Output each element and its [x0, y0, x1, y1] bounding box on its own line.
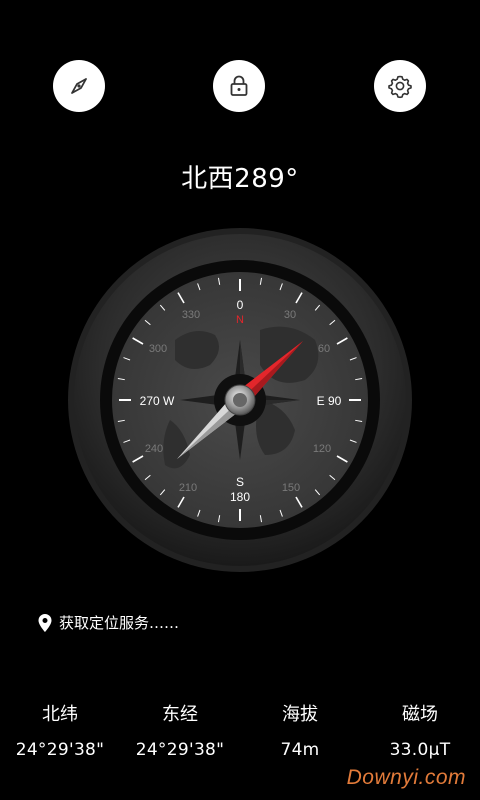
dial-label-n: N [236, 314, 244, 326]
stat-value: 74m [280, 740, 320, 760]
stat-value: 24°29'38" [135, 740, 225, 760]
map-pin-icon [38, 613, 52, 632]
stat-altitude: 海拔 74m [240, 700, 360, 760]
dial-label-240: 240 [145, 443, 163, 455]
dial-label-s: S [236, 475, 244, 489]
dial-label-0: 0 [237, 298, 244, 312]
location-status[interactable]: 获取定位服务…… [38, 612, 179, 633]
stat-label: 磁场 [402, 704, 438, 725]
dial-label-180: 180 [230, 490, 250, 504]
dial-label-w270: 270 W [140, 394, 175, 408]
dial-label-60: 60 [318, 343, 330, 355]
stat-label: 东经 [162, 704, 198, 725]
dial-label-330: 330 [182, 309, 200, 321]
dial-label-300: 300 [149, 343, 167, 355]
dial-label-120: 120 [313, 443, 331, 455]
location-text: 获取定位服务…… [59, 614, 180, 632]
stat-magnetic-field: 磁场 33.0μT [360, 700, 480, 760]
dial-label-30: 30 [284, 309, 296, 321]
compass-dial: 0 N E 90 270 W S 180 330 30 300 60 240 1… [68, 228, 412, 572]
watermark: Downyi.com [346, 766, 466, 789]
stat-label: 北纬 [42, 704, 78, 725]
stat-value: 24°29'38" [15, 740, 105, 760]
stat-value: 33.0μT [389, 740, 451, 760]
stat-latitude: 北纬 24°29'38" [0, 700, 120, 760]
dial-label-210: 210 [179, 482, 197, 494]
dial-label-150: 150 [282, 482, 300, 494]
dial-label-e90: E 90 [317, 394, 342, 408]
stat-label: 海拔 [282, 704, 318, 725]
stat-longitude: 东经 24°29'38" [120, 700, 240, 760]
